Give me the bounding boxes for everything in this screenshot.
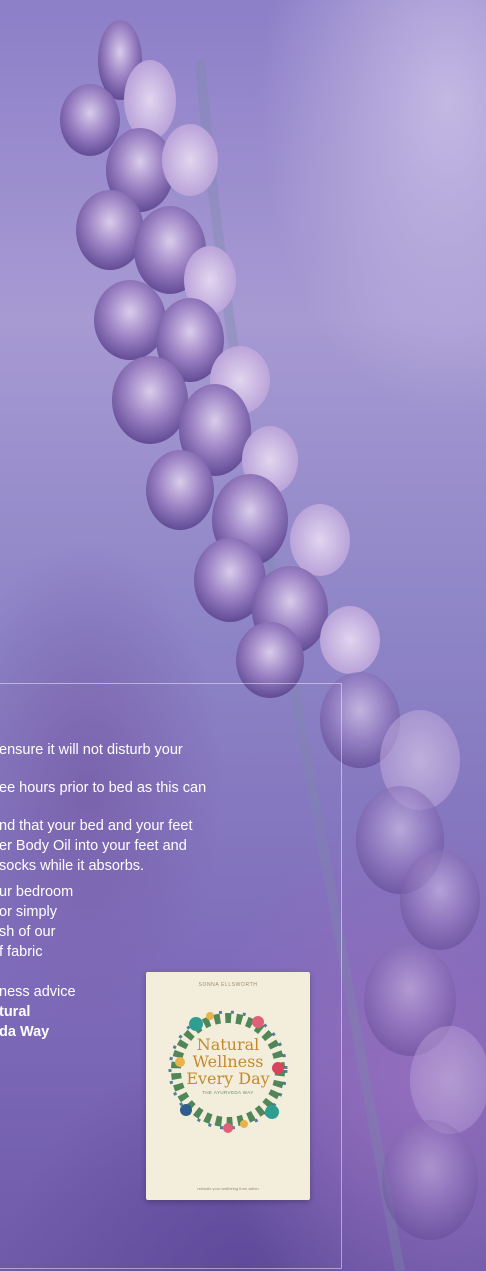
tip-line: ee hours prior to bed as this can: [0, 780, 207, 796]
tip-line: sh of our: [0, 924, 56, 940]
book-cover-image[interactable]: SONNA ELLSWORTH Natural Wellness Every D…: [146, 972, 310, 1200]
tip-line: ensure it will not disturb your: [0, 742, 183, 758]
tip-line: nd that your bed and your feet: [0, 818, 193, 834]
tip-line: f fabric: [0, 944, 43, 960]
tip-line: er Body Oil into your feet and: [0, 838, 187, 854]
tip-line: ur bedroom: [0, 884, 74, 900]
book-subtitle: THE AYURVEDA WAY: [202, 1090, 254, 1095]
book-tagline: rekindle your wellbeing from within: [197, 1186, 259, 1191]
tip-line: socks while it absorbs.: [0, 858, 145, 874]
tip-line: or simply: [0, 904, 58, 920]
book-title: Natural Wellness Every Day: [186, 1035, 270, 1088]
